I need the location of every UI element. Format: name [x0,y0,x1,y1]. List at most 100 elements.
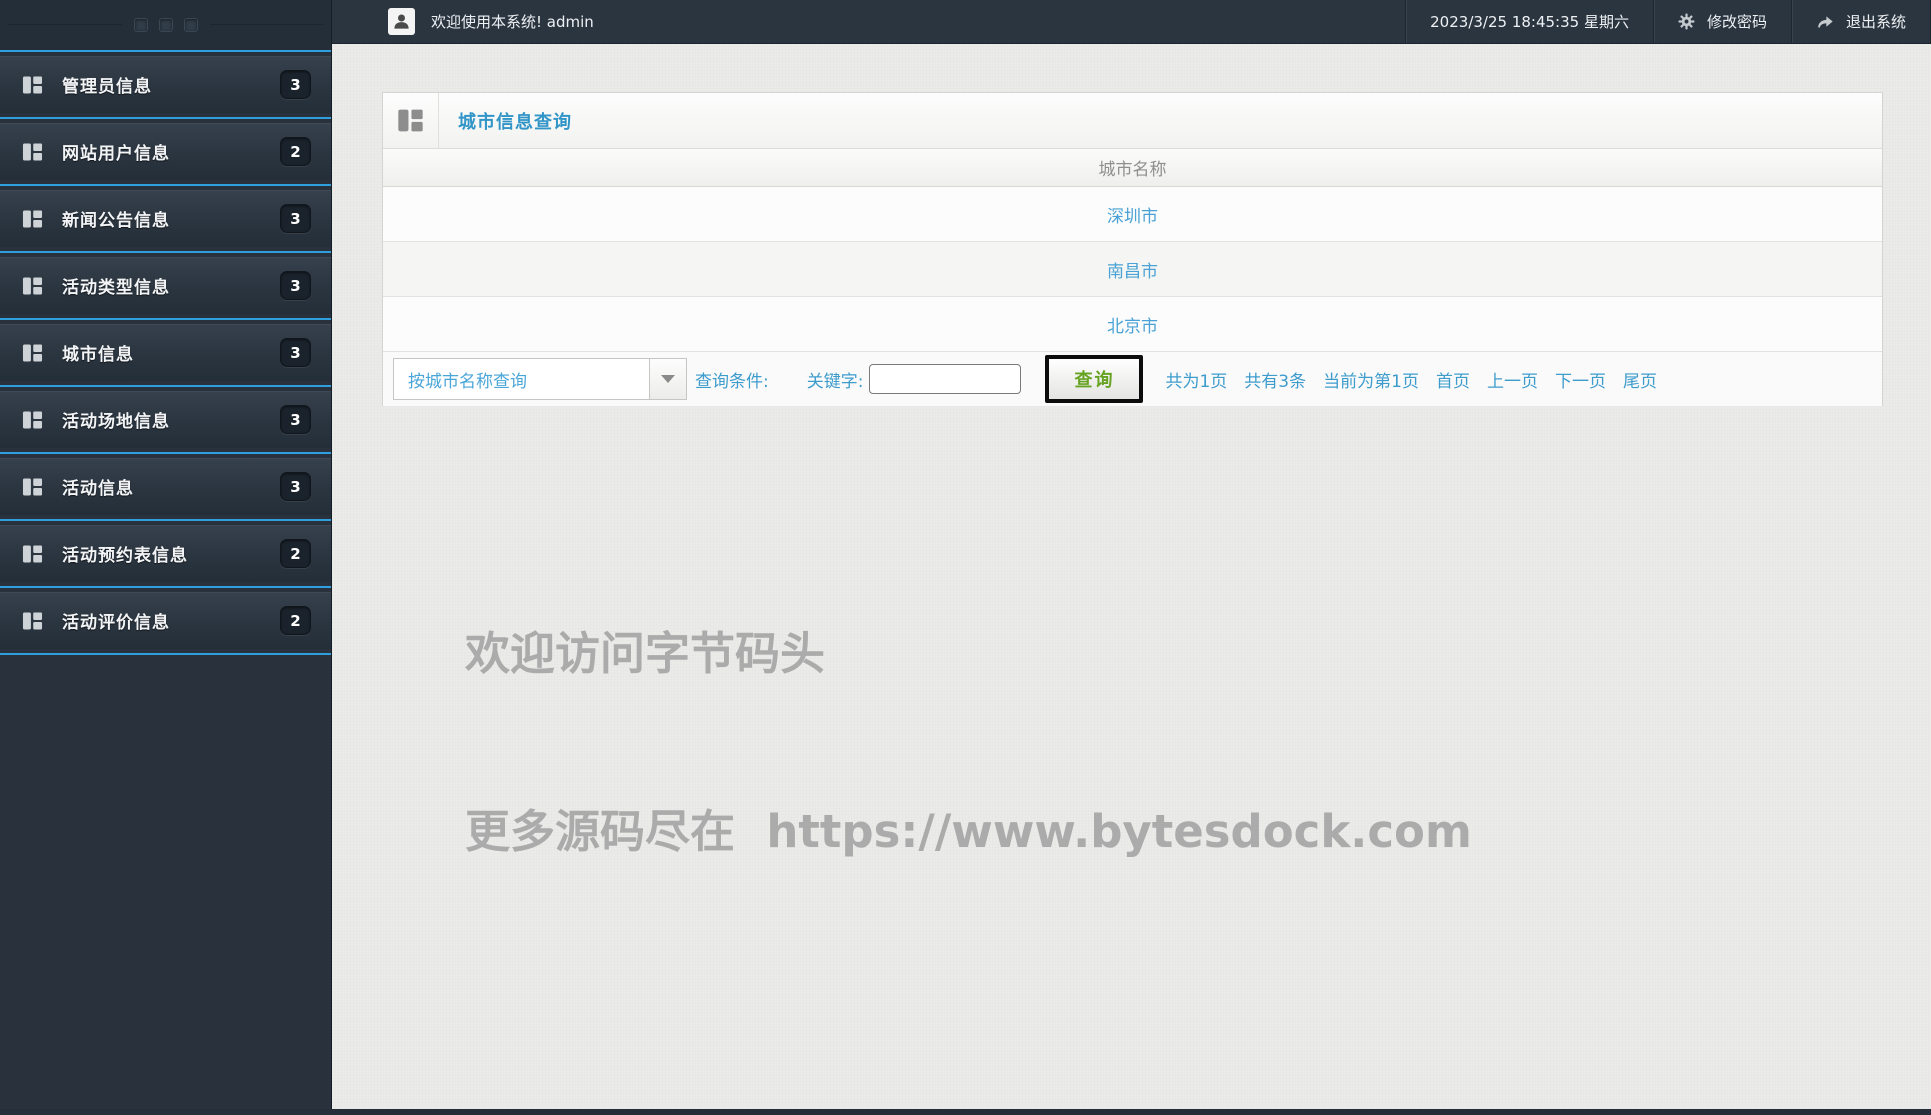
count-badge: 3 [280,405,311,434]
menu-separator [0,519,331,521]
grid-icon [22,612,43,629]
keyword-input[interactable] [869,364,1022,394]
sidebar-item-城市信息[interactable]: 城市信息 3 [0,324,331,381]
datetime-text: 2023/3/25 18:45:35 星期六 [1430,13,1629,31]
city-query-panel: 城市信息查询 城市名称 深圳市 南昌市 北京市 按城市名称查询 查询条件: 关键… [382,92,1883,406]
grid-icon [22,545,43,562]
sidebar-item-label: 网站用户信息 [62,144,170,164]
gear-icon [1678,13,1695,30]
table-header-city-name: 城市名称 [383,149,1882,187]
query-type-selected-value: 按城市名称查询 [408,371,527,392]
change-password-button[interactable]: 修改密码 [1652,0,1791,43]
grid-icon [22,478,43,495]
menu-separator [0,50,331,52]
sidebar-item-label: 活动信息 [62,479,134,499]
sidebar-item-网站用户信息[interactable]: 网站用户信息 2 [0,123,331,180]
count-badge: 2 [280,137,311,166]
grid-icon [22,344,43,361]
query-type-select[interactable]: 按城市名称查询 [393,358,687,400]
grid-icon [22,277,43,294]
app-root: 管理员信息 3 网站用户信息 2 新闻公告信息 3 活动类型信息 3 城市信息 … [0,0,1931,1115]
pagination-link-下一页[interactable]: 下一页 [1555,367,1606,392]
pagination-link-首页[interactable]: 首页 [1436,367,1470,392]
panel-icon-cell [383,93,439,148]
topbar-welcome-area: 欢迎使用本系统! admin [332,0,594,43]
logout-button[interactable]: 退出系统 [1790,0,1931,43]
menu-separator [0,117,331,119]
grid-icon [22,76,43,93]
topbar: 欢迎使用本系统! admin 2023/3/25 18:45:35 星期六 修改… [332,0,1931,44]
user-avatar-icon [388,8,415,35]
sidebar-item-label: 城市信息 [62,345,134,365]
city-name-link[interactable]: 北京市 [1107,312,1158,337]
table-body: 深圳市 南昌市 北京市 [383,187,1882,352]
sidebar-item-管理员信息[interactable]: 管理员信息 3 [0,56,331,113]
table-row: 南昌市 [383,242,1882,297]
menu-separator [0,452,331,454]
sidebar-item-label: 活动类型信息 [62,278,170,298]
logout-label: 退出系统 [1845,13,1906,31]
city-name-link[interactable]: 南昌市 [1107,257,1158,282]
count-badge: 3 [280,204,311,233]
count-badge: 2 [280,539,311,568]
count-badge: 3 [280,472,311,501]
pagination-link-尾页[interactable]: 尾页 [1623,367,1657,392]
query-condition-label: 查询条件: [695,371,769,392]
pagination-status: 共为1页 [1165,371,1228,392]
chevron-down-icon [661,375,675,383]
sidebar-item-活动场地信息[interactable]: 活动场地信息 3 [0,391,331,448]
count-badge: 2 [280,606,311,635]
menu-separator [0,586,331,588]
grid-icon [22,411,43,428]
count-badge: 3 [280,338,311,367]
watermark-line1: 欢迎访问字节码头 [465,626,826,680]
grid-icon [398,109,423,132]
menu-separator [0,653,331,655]
sidebar-item-label: 活动评价信息 [62,613,170,633]
menu-dots-icon [183,18,198,32]
sidebar-item-label: 管理员信息 [62,77,152,97]
sidebar-item-label: 新闻公告信息 [62,211,170,231]
pagination: 共为1页 共有3条 当前为第1页 首页 上一页 下一页 尾页 [1165,367,1673,392]
sidebar: 管理员信息 3 网站用户信息 2 新闻公告信息 3 活动类型信息 3 城市信息 … [0,0,332,1115]
datetime-display: 2023/3/25 18:45:35 星期六 [1405,0,1653,43]
grid-icon [22,143,43,160]
table-row: 北京市 [383,297,1882,352]
menu-separator [0,184,331,186]
panel-header: 城市信息查询 [383,93,1882,149]
search-button[interactable]: 查询 [1045,355,1144,403]
menu-dots-icon [133,18,148,32]
count-badge: 3 [280,271,311,300]
watermark-line2: 更多源码尽在 https://www.bytesdock.com [465,804,1472,858]
sidebar-item-活动类型信息[interactable]: 活动类型信息 3 [0,257,331,314]
city-name-link[interactable]: 深圳市 [1107,202,1158,227]
logout-arrow-icon [1816,14,1834,30]
sidebar-header [0,0,331,50]
keyword-label: 关键字: [806,371,864,392]
sidebar-item-label: 活动预约表信息 [62,546,188,566]
sidebar-item-活动评价信息[interactable]: 活动评价信息 2 [0,592,331,649]
count-badge: 3 [280,70,311,99]
select-arrow-cell[interactable] [649,359,686,399]
pagination-status: 当前为第1页 [1323,371,1419,392]
pagination-status: 共有3条 [1244,371,1307,392]
sidebar-menu: 管理员信息 3 网站用户信息 2 新闻公告信息 3 活动类型信息 3 城市信息 … [0,50,331,655]
topbar-right: 2023/3/25 18:45:35 星期六 修改密码 退出系统 [1405,0,1931,43]
welcome-text: 欢迎使用本系统! admin [431,13,594,31]
sidebar-item-label: 活动场地信息 [62,412,170,432]
menu-dots-icon [158,18,173,32]
menu-separator [0,251,331,253]
sidebar-item-活动预约表信息[interactable]: 活动预约表信息 2 [0,525,331,582]
menu-separator [0,385,331,387]
pagination-link-上一页[interactable]: 上一页 [1487,367,1538,392]
menu-separator [0,318,331,320]
change-password-label: 修改密码 [1706,13,1767,31]
panel-title: 城市信息查询 [458,111,572,133]
sidebar-item-活动信息[interactable]: 活动信息 3 [0,458,331,515]
query-bar: 按城市名称查询 查询条件: 关键字: 查询 共为1页 共有3条 当前为第1页 首页 上一… [383,352,1882,406]
bottom-edge-bar [0,1109,1931,1115]
grid-icon [22,210,43,227]
table-row: 深圳市 [383,187,1882,242]
sidebar-item-新闻公告信息[interactable]: 新闻公告信息 3 [0,190,331,247]
watermark-text: 欢迎访问字节码头 更多源码尽在 https://www.bytesdock.co… [465,505,1472,980]
